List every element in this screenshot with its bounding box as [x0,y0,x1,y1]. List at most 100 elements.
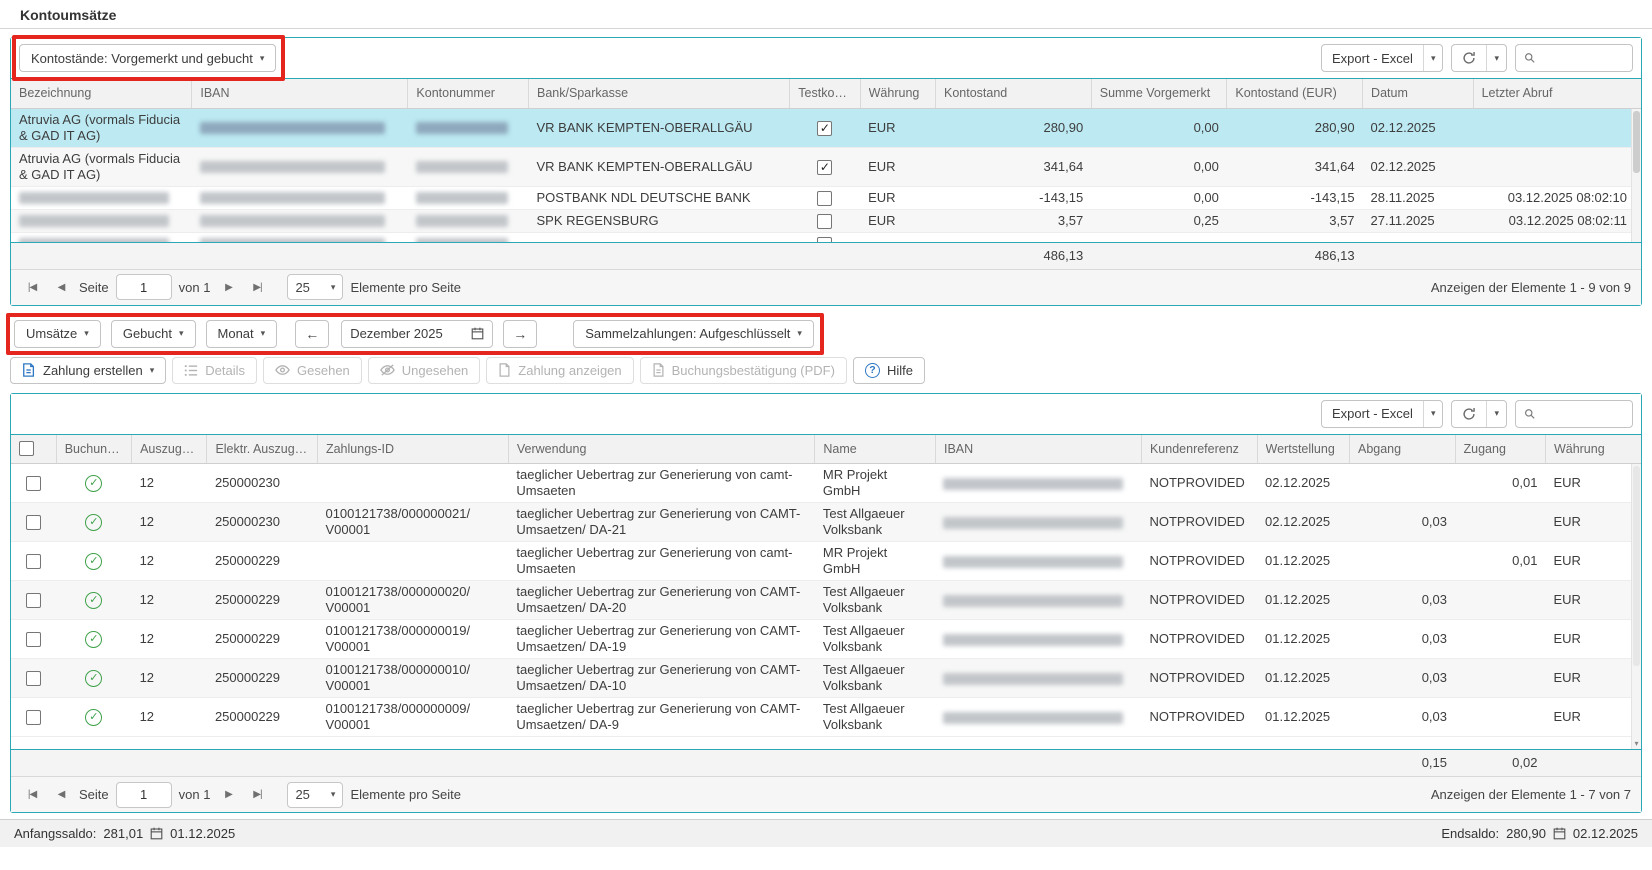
export-excel-menu-toggle[interactable]: ▾ [1423,401,1443,427]
transaction-row[interactable]: ✓122500002290100121738/000000020/V00001t… [11,581,1641,620]
testkonto-checkbox[interactable] [817,214,832,229]
column-header[interactable]: Kontostand [935,79,1091,108]
row-checkbox[interactable] [26,710,41,725]
refresh-menu-toggle[interactable]: ▾ [1486,401,1506,427]
pager-first-button[interactable]: |◀ [21,276,43,298]
summary-cell [408,242,529,269]
date-picker[interactable]: Dezember 2025 [341,320,493,348]
buchungsbestaetigung-button[interactable]: Buchungsbestätigung (PDF) [640,357,847,384]
column-header[interactable]: Summe Vorgemerkt [1091,79,1227,108]
vertical-scrollbar[interactable]: ▾ [1631,464,1641,749]
column-header[interactable]: Letzter Abruf [1473,79,1641,108]
refresh-button[interactable]: ▾ [1451,400,1507,428]
account-row[interactable]: SPK REGENSBURGEUR3,570,253,5727.11.20250… [11,209,1641,232]
row-checkbox[interactable] [26,632,41,647]
page-size-dropdown[interactable]: 25 ▾ [287,274,343,300]
umsaetze-dropdown[interactable]: Umsätze ▾ [14,320,101,348]
column-header[interactable]: Verwendung [508,435,815,464]
eye-off-icon [380,364,395,376]
row-checkbox[interactable] [26,515,41,530]
scrollbar-down-arrow[interactable]: ▾ [1632,739,1641,748]
page-size-dropdown[interactable]: 25 ▾ [287,782,343,808]
transactions-search-input[interactable] [1541,406,1624,421]
column-header[interactable]: Wertstellung [1257,435,1349,464]
transaction-row[interactable]: ✓122500002300100121738/000000021/V00001t… [11,503,1641,542]
transactions-search[interactable] [1515,400,1633,428]
scrollbar-thumb[interactable] [1633,111,1640,173]
column-header[interactable]: Bezeichnung [11,79,192,108]
iban-cell [935,464,1141,503]
pager-next-button[interactable]: ▶ [217,276,239,298]
column-header[interactable]: Kontonummer [408,79,529,108]
testkonto-checkbox[interactable] [817,191,832,206]
column-header[interactable]: IBAN [935,435,1141,464]
column-header[interactable]: Datum [1363,79,1474,108]
kontostaende-filter-dropdown[interactable]: Kontostände: Vorgemerkt und gebucht ▾ [19,44,276,72]
vertical-scrollbar[interactable] [1631,109,1641,242]
gebucht-dropdown[interactable]: Gebucht ▾ [111,320,196,348]
transaction-row[interactable]: ✓122500002290100121738/000000009/V00001t… [11,698,1641,737]
gesehen-button[interactable]: Gesehen [263,357,362,384]
pager-next-button[interactable]: ▶ [217,784,239,806]
prev-month-button[interactable]: ← [295,320,329,348]
bank-cell: POSTBANK NDL DEUTSCHE BANK [529,186,790,209]
export-excel-button[interactable]: Export - Excel ▾ [1321,400,1443,428]
transaction-row[interactable]: ✓122500002290100121738/000000019/V00001t… [11,620,1641,659]
scrollbar-thumb[interactable] [1633,466,1640,666]
sammelzahlungen-dropdown[interactable]: Sammelzahlungen: Aufgeschlüsselt ▾ [573,320,814,348]
pager-last-button[interactable]: ▶| [246,276,268,298]
monat-dropdown[interactable]: Monat ▾ [206,320,278,348]
column-header[interactable] [11,435,56,464]
column-header[interactable]: Währung [860,79,935,108]
next-month-button[interactable]: → [503,320,537,348]
details-button[interactable]: Details [172,357,257,384]
account-row[interactable] [11,232,1641,241]
anfangssaldo-label: Anfangssaldo: [14,826,96,841]
column-header[interactable]: Bank/Sparkasse [529,79,790,108]
pager-prev-button[interactable]: ◀ [50,784,72,806]
hilfe-button[interactable]: ? Hilfe [853,357,925,384]
accounts-search[interactable] [1515,44,1633,72]
accounts-search-input[interactable] [1541,51,1624,66]
transaction-row[interactable]: ✓12250000229taeglicher Uebertrag zur Gen… [11,542,1641,581]
column-header[interactable]: Elektr. Auszugs-Nr. [207,435,318,464]
account-row[interactable]: POSTBANK NDL DEUTSCHE BANKEUR-143,150,00… [11,186,1641,209]
iban-cell [935,581,1141,620]
column-header[interactable]: Währung [1545,435,1641,464]
transaction-row[interactable]: ✓122500002290100121738/000000010/V00001t… [11,659,1641,698]
testkonto-checkbox[interactable]: ✓ [817,121,832,136]
export-excel-menu-toggle[interactable]: ▾ [1423,45,1443,71]
testkonto-checkbox[interactable]: ✓ [817,160,832,175]
pager-page-input[interactable] [116,274,172,300]
row-checkbox[interactable] [26,671,41,686]
pager-prev-button[interactable]: ◀ [50,276,72,298]
testkonto-checkbox[interactable] [817,237,832,242]
kontostand-cell: 3,57 [935,209,1091,232]
export-excel-button[interactable]: Export - Excel ▾ [1321,44,1443,72]
column-header[interactable]: Auszugs-... [132,435,207,464]
pager-page-input[interactable] [116,782,172,808]
column-header[interactable]: Zahlungs-ID [317,435,508,464]
column-header[interactable]: IBAN [192,79,408,108]
account-row[interactable]: Atruvia AG (vormals Fiducia & GAD IT AG)… [11,109,1641,148]
column-header[interactable]: Buchungs... [56,435,131,464]
pager-last-button[interactable]: ▶| [246,784,268,806]
ungesehen-button[interactable]: Ungesehen [368,357,481,384]
column-header[interactable]: Kundenreferenz [1141,435,1257,464]
zahlung-anzeigen-button[interactable]: Zahlung anzeigen [486,357,633,384]
column-header[interactable]: Name [815,435,936,464]
column-header[interactable]: Abgang [1349,435,1455,464]
refresh-button[interactable]: ▾ [1451,44,1507,72]
row-checkbox[interactable] [26,476,41,491]
zahlung-erstellen-button[interactable]: Zahlung erstellen ▾ [10,357,166,384]
row-checkbox[interactable] [26,593,41,608]
column-header[interactable]: Testkonto [790,79,860,108]
column-header[interactable]: Kontostand (EUR) [1227,79,1363,108]
transaction-row[interactable]: ✓12250000230taeglicher Uebertrag zur Gen… [11,464,1641,503]
refresh-menu-toggle[interactable]: ▾ [1486,45,1506,71]
row-checkbox[interactable] [26,554,41,569]
column-header[interactable]: Zugang [1455,435,1545,464]
account-row[interactable]: Atruvia AG (vormals Fiducia & GAD IT AG)… [11,147,1641,186]
select-all-checkbox[interactable] [19,441,34,456]
pager-first-button[interactable]: |◀ [21,784,43,806]
